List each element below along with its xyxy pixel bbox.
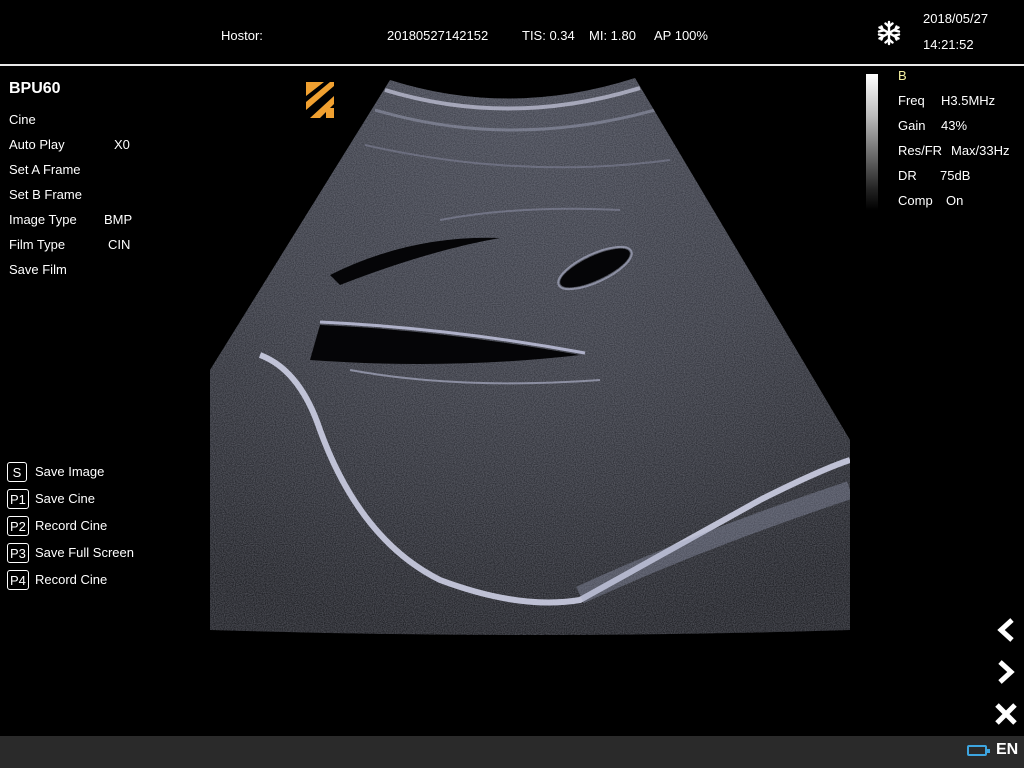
param-label: DR: [898, 168, 917, 183]
menu-item-label: Set B Frame: [9, 187, 82, 202]
shortcut-key: P4: [7, 570, 29, 590]
probe-orientation-marker: [306, 82, 334, 118]
param-label: Comp: [898, 193, 933, 208]
shortcut-key: P2: [7, 516, 29, 536]
param-value: 75dB: [940, 168, 971, 183]
tis-value: TIS: 0.34: [522, 28, 575, 43]
menu-item-value: X0: [114, 137, 130, 152]
menu-item-auto-play[interactable]: Auto Play X0: [9, 137, 130, 157]
param-label: Res/FR: [898, 143, 943, 158]
battery-icon: [967, 745, 990, 756]
menu-item-label: Cine: [9, 112, 36, 127]
param-label: Gain: [898, 118, 926, 133]
param-value: 43%: [941, 118, 968, 133]
time: 14:21:52: [923, 37, 974, 52]
menu-item-label: Film Type: [9, 237, 66, 252]
shortcut-label: Record Cine: [35, 572, 108, 587]
param-value: Max/33Hz: [951, 143, 1010, 158]
top-bar: [0, 0, 1024, 64]
shortcut-label: Save Image: [35, 464, 105, 479]
menu-item-save-film[interactable]: Save Film: [9, 262, 67, 282]
shortcut-key: S: [7, 462, 27, 482]
param-comp: Comp On: [898, 193, 963, 208]
param-label: Freq: [898, 93, 925, 108]
menu-item-set-b-frame[interactable]: Set B Frame: [9, 187, 82, 207]
param-value: H3.5MHz: [941, 93, 996, 108]
menu-title: BPU60: [9, 80, 61, 97]
menu-item-label: Image Type: [9, 212, 77, 227]
chevron-left-icon[interactable]: [992, 616, 1020, 644]
menu-item-image-type[interactable]: Image Type BMP: [9, 212, 132, 232]
ultrasound-image: [200, 70, 860, 650]
date: 2018/05/27: [923, 11, 989, 26]
menu-item-label: Set A Frame: [9, 162, 81, 177]
mi-value: MI: 1.80: [589, 28, 636, 43]
chevron-right-icon[interactable]: [992, 658, 1020, 686]
param-freq: Freq H3.5MHz: [898, 93, 995, 108]
menu-item-set-a-frame[interactable]: Set A Frame: [9, 162, 81, 182]
grayscale-bar: [866, 74, 878, 210]
ap-value: AP 100%: [654, 28, 708, 43]
exam-id: 20180527142152: [387, 28, 489, 43]
snowflake-icon[interactable]: [876, 20, 902, 46]
menu-item-label: Auto Play: [9, 137, 65, 152]
menu-item-value: BMP: [104, 212, 133, 227]
imaging-mode: B: [898, 68, 907, 83]
param-dr: DR 75dB: [898, 168, 970, 183]
shortcut-label: Save Cine: [35, 491, 95, 506]
language-indicator[interactable]: EN: [996, 741, 1018, 759]
menu-item-value: CIN: [108, 237, 131, 252]
shortcut-key: P1: [7, 489, 29, 509]
param-res-fr: Res/FR Max/33Hz: [898, 143, 1010, 158]
shortcut-label: Record Cine: [35, 518, 108, 533]
shortcut-label: Save Full Screen: [35, 545, 134, 560]
status-bar: [0, 736, 1024, 768]
menu-item-label: Save Film: [9, 262, 67, 277]
close-icon[interactable]: [992, 700, 1020, 728]
menu-item-cine[interactable]: Cine: [9, 112, 36, 132]
hostor-label: Hostor:: [221, 28, 263, 43]
param-value: On: [946, 193, 964, 208]
header-divider: [0, 64, 1024, 66]
param-gain: Gain 43%: [898, 118, 967, 133]
menu-item-film-type[interactable]: Film Type CIN: [9, 237, 130, 257]
shortcut-key: P3: [7, 543, 29, 563]
